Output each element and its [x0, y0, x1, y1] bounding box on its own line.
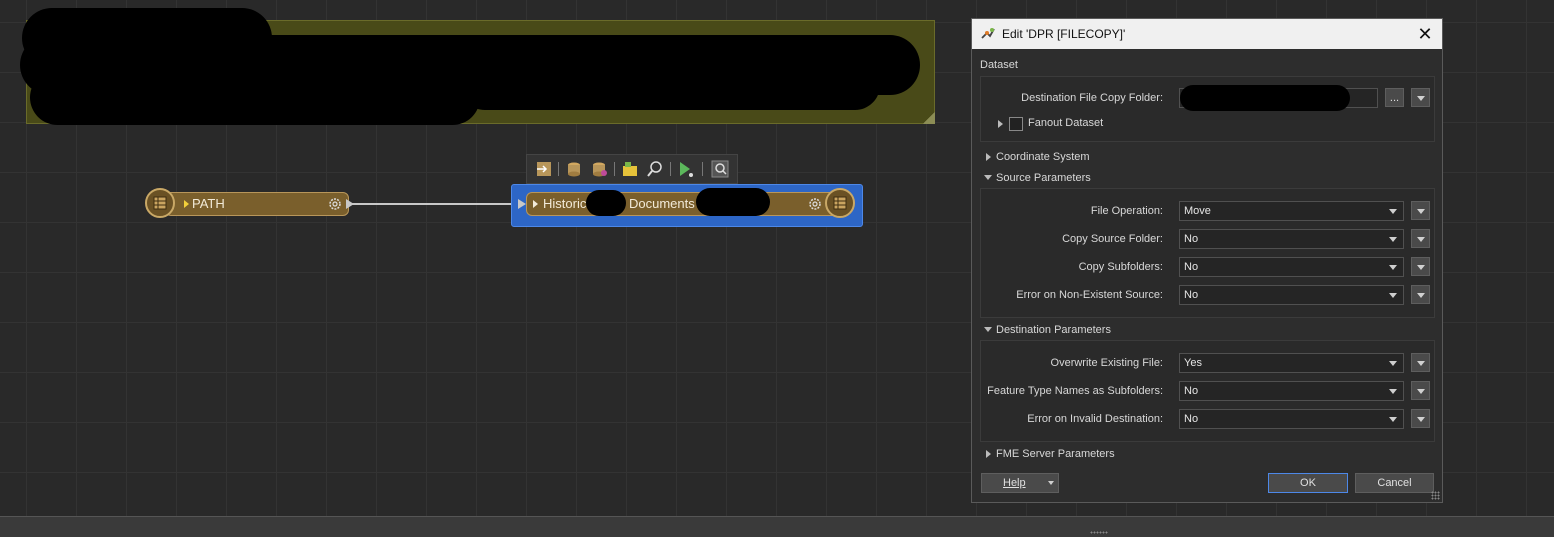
dest-folder-label: Destination File Copy Folder:	[1021, 92, 1163, 104]
chevron-down-icon	[1389, 293, 1397, 298]
input-port-icon[interactable]	[518, 199, 526, 209]
collapse-arrow-icon[interactable]	[984, 175, 992, 180]
chevron-down-icon	[1389, 209, 1397, 214]
source-parameters-group: File Operation: Move Copy Source Folder:…	[980, 188, 1435, 318]
help-button-label: Help	[1003, 477, 1026, 489]
copy-source-folder-label: Copy Source Folder:	[1062, 233, 1163, 245]
overwrite-label: Overwrite Existing File:	[1050, 357, 1163, 369]
note-fold	[923, 112, 935, 124]
file-operation-menu-button[interactable]	[1411, 201, 1430, 220]
redaction-mark	[586, 190, 626, 216]
expand-arrow-icon[interactable]	[998, 120, 1003, 128]
gear-icon[interactable]	[327, 196, 343, 212]
fme-server-section-label[interactable]: FME Server Parameters	[996, 448, 1115, 460]
inspect-icon[interactable]	[646, 160, 664, 178]
redaction-mark	[1180, 85, 1350, 111]
dest-folder-menu-button[interactable]	[1411, 88, 1430, 107]
help-button[interactable]: Help	[981, 473, 1059, 493]
error-nonexistent-label: Error on Non-Existent Source:	[1016, 289, 1163, 301]
error-nonexistent-menu-button[interactable]	[1411, 285, 1430, 304]
port-arrow-icon	[184, 200, 189, 208]
expand-arrow-icon[interactable]	[986, 153, 991, 161]
toolbar-separator	[558, 162, 559, 176]
ft-names-label: Feature Type Names as Subfolders:	[987, 385, 1163, 397]
overwrite-select[interactable]: Yes	[1179, 353, 1404, 373]
error-invalid-select[interactable]: No	[1179, 409, 1404, 429]
path-transformer[interactable]: PATH	[165, 192, 349, 216]
path-transformer-label: PATH	[192, 196, 225, 211]
connection-line[interactable]	[348, 203, 518, 205]
writer-transformer[interactable]: Historica Documents	[526, 192, 842, 216]
fme-app-icon	[981, 28, 995, 39]
browse-button[interactable]: ...	[1385, 88, 1404, 107]
error-nonexistent-value: No	[1184, 289, 1199, 301]
copy-source-folder-select[interactable]: No	[1179, 229, 1404, 249]
fanout-label: Fanout Dataset	[1028, 117, 1104, 129]
destination-parameters-section-label[interactable]: Destination Parameters	[996, 324, 1111, 336]
ft-names-menu-button[interactable]	[1411, 381, 1430, 400]
resize-grip-icon[interactable]	[1431, 491, 1440, 500]
chevron-down-icon	[1389, 237, 1397, 242]
ft-names-select[interactable]: No	[1179, 381, 1404, 401]
file-operation-select[interactable]: Move	[1179, 201, 1404, 221]
gear-icon[interactable]	[807, 196, 823, 212]
overwrite-menu-button[interactable]	[1411, 353, 1430, 372]
node-toolbar	[526, 154, 738, 184]
error-nonexistent-select[interactable]: No	[1179, 285, 1404, 305]
dataset-group: Destination File Copy Folder: ... Fanout…	[980, 76, 1435, 142]
destination-parameters-group: Overwrite Existing File: Yes Feature Typ…	[980, 340, 1435, 442]
chevron-down-icon	[1048, 481, 1054, 485]
splitter-grip[interactable]	[1090, 531, 1108, 534]
dialog-title: Edit 'DPR [FILECOPY]'	[1002, 27, 1126, 41]
file-operation-value: Move	[1184, 205, 1211, 217]
port-arrow-icon	[533, 200, 538, 208]
copy-subfolders-select[interactable]: No	[1179, 257, 1404, 277]
source-parameters-section-label[interactable]: Source Parameters	[996, 172, 1091, 184]
chevron-down-icon	[1389, 389, 1397, 394]
copy-subfolders-label: Copy Subfolders:	[1078, 261, 1163, 273]
chevron-down-icon	[1389, 361, 1397, 366]
path-reader-icon[interactable]	[145, 188, 175, 218]
insert-feature-icon[interactable]	[535, 160, 553, 178]
cancel-button[interactable]: Cancel	[1355, 473, 1434, 493]
redaction-mark	[460, 60, 880, 110]
overwrite-value: Yes	[1184, 357, 1202, 369]
coordinate-system-section-label[interactable]: Coordinate System	[996, 151, 1090, 163]
error-invalid-menu-button[interactable]	[1411, 409, 1430, 428]
toolbar-separator	[702, 162, 703, 176]
toolbar-separator	[670, 162, 671, 176]
error-invalid-label: Error on Invalid Destination:	[1027, 413, 1163, 425]
ok-button[interactable]: OK	[1268, 473, 1348, 493]
copy-source-folder-value: No	[1184, 233, 1199, 245]
status-splitter[interactable]	[0, 516, 1554, 537]
bookmark-icon[interactable]	[621, 160, 639, 178]
zoom-icon[interactable]	[711, 160, 729, 178]
dest-folder-input[interactable]	[1179, 85, 1378, 111]
toolbar-separator	[614, 162, 615, 176]
collapse-arrow-icon[interactable]	[984, 327, 992, 332]
writer-icon[interactable]	[590, 160, 608, 178]
edit-writer-dialog: Edit 'DPR [FILECOPY]' ✕ Dataset Destinat…	[971, 18, 1443, 503]
redaction-mark	[30, 70, 480, 125]
dataset-section-label: Dataset	[980, 59, 1018, 71]
run-icon[interactable]	[677, 160, 695, 178]
expand-arrow-icon[interactable]	[986, 450, 991, 458]
dialog-titlebar[interactable]: Edit 'DPR [FILECOPY]' ✕	[972, 19, 1442, 49]
copy-subfolders-value: No	[1184, 261, 1199, 273]
fanout-checkbox[interactable]	[1009, 117, 1023, 131]
copy-subfolders-menu-button[interactable]	[1411, 257, 1430, 276]
writer-label-part2: Documents	[629, 196, 695, 211]
chevron-down-icon	[1389, 417, 1397, 422]
ft-names-value: No	[1184, 385, 1199, 397]
file-operation-label: File Operation:	[1090, 205, 1163, 217]
redaction-mark	[696, 188, 770, 216]
reader-icon[interactable]	[565, 160, 583, 178]
chevron-down-icon	[1389, 265, 1397, 270]
close-icon[interactable]: ✕	[1416, 25, 1434, 43]
error-invalid-value: No	[1184, 413, 1199, 425]
copy-source-folder-menu-button[interactable]	[1411, 229, 1430, 248]
